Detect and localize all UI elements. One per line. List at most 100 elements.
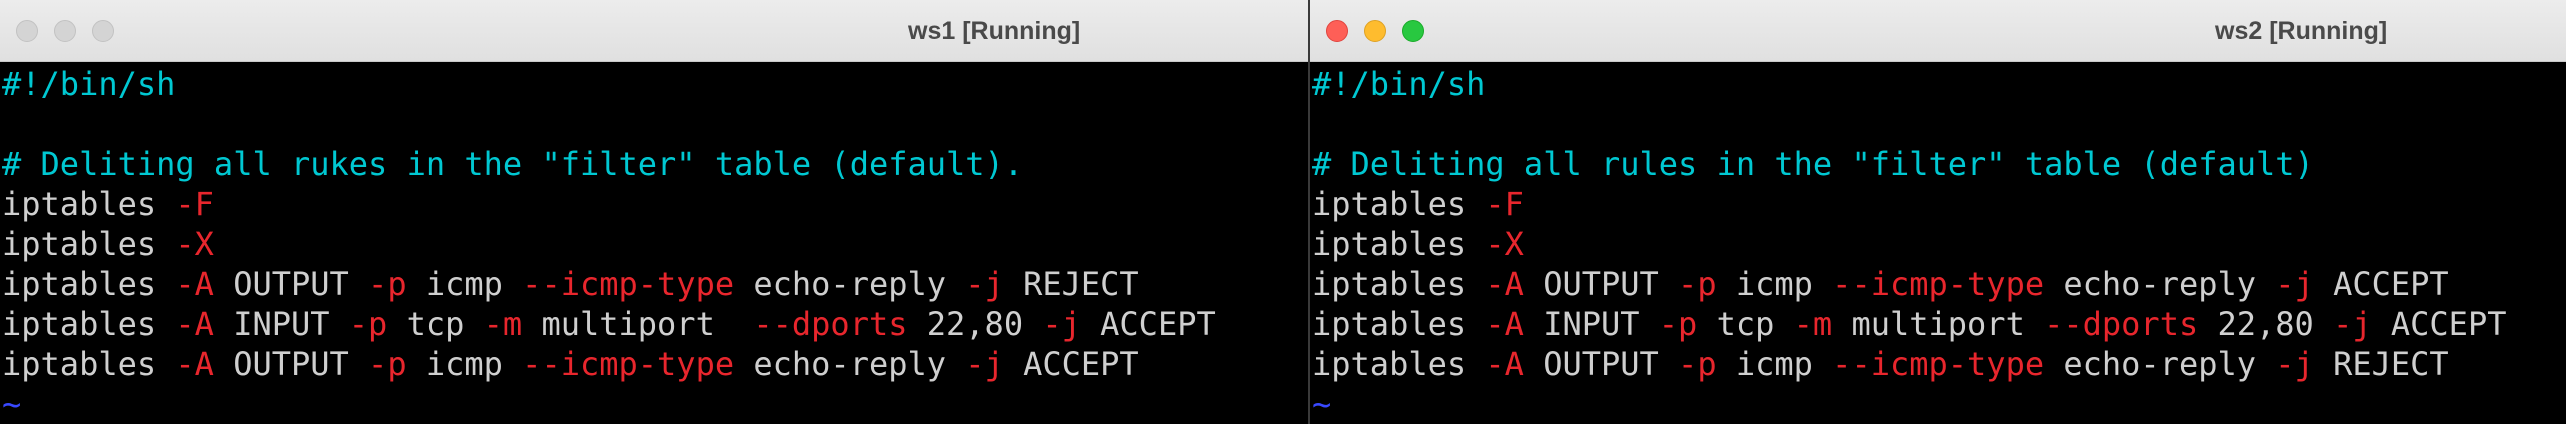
code-token-flag: -A bbox=[175, 265, 214, 303]
code-token-default: echo-reply bbox=[734, 265, 966, 303]
code-token-default: ACCEPT bbox=[2313, 265, 2449, 303]
code-token-default: multiport bbox=[1832, 305, 2045, 343]
close-button-icon[interactable] bbox=[16, 20, 38, 42]
code-token-flag: -j bbox=[2333, 305, 2372, 343]
code-token-flag: -A bbox=[175, 345, 214, 383]
code-token-flag: -j bbox=[965, 345, 1004, 383]
code-token-comment: # Deliting all rukes in the "filter" tab… bbox=[2, 145, 1024, 183]
terminal-content[interactable]: #!/bin/sh # Deliting all rukes in the "fi… bbox=[0, 62, 1308, 424]
code-token-default: echo-reply bbox=[734, 345, 966, 383]
code-token-default bbox=[907, 305, 926, 343]
terminal-line: iptables -A OUTPUT -p icmp --icmp-type e… bbox=[1312, 344, 2566, 384]
code-token-default: INPUT bbox=[1523, 305, 1659, 343]
code-token-default: icmp bbox=[1716, 345, 1833, 383]
terminal-line: iptables -F bbox=[2, 184, 1308, 224]
terminal-line: # Deliting all rukes in the "filter" tab… bbox=[2, 144, 1308, 184]
code-token-flag: -F bbox=[175, 185, 214, 223]
code-token-flag: -p bbox=[348, 305, 388, 343]
code-token-default: , bbox=[965, 305, 985, 343]
code-token-default: icmp bbox=[1716, 265, 1833, 303]
terminal-window-ws1[interactable]: ws1 [Running] #!/bin/sh # Deliting all ru… bbox=[0, 0, 1308, 424]
code-token-flag: --icmp-type bbox=[1832, 345, 2045, 383]
code-token-comment: # Deliting all rules in the "filter" tab… bbox=[1312, 145, 2314, 183]
code-token-default bbox=[1023, 305, 1042, 343]
code-token-flag: -F bbox=[1485, 185, 1524, 223]
window-title: ws1 [Running] bbox=[908, 17, 1081, 45]
close-button-icon[interactable] bbox=[1326, 20, 1348, 42]
code-token-flag: -p bbox=[368, 345, 407, 383]
terminal-window-ws2[interactable]: ws2 [Running] #!/bin/sh # Deliting all ru… bbox=[1308, 0, 2566, 424]
code-token-flag: -X bbox=[1485, 225, 1524, 263]
code-token-tilde: ~ bbox=[1312, 385, 1332, 423]
terminal-line: #!/bin/sh bbox=[2, 64, 1308, 104]
code-token-default: ACCEPT bbox=[1080, 305, 1216, 343]
window-title: ws2 [Running] bbox=[2215, 17, 2388, 45]
terminal-line: # Deliting all rules in the "filter" tab… bbox=[1312, 144, 2566, 184]
terminal-line: iptables -A OUTPUT -p icmp --icmp-type e… bbox=[1312, 264, 2566, 304]
code-token-default: icmp bbox=[406, 345, 523, 383]
code-token-default bbox=[2198, 305, 2217, 343]
terminal-content[interactable]: #!/bin/sh # Deliting all rules in the "fi… bbox=[1310, 62, 2566, 424]
code-token-flag: --icmp-type bbox=[1832, 265, 2045, 303]
code-token-default: iptables bbox=[2, 345, 176, 383]
code-token-flag: -p bbox=[1658, 305, 1698, 343]
terminal-line: iptables -X bbox=[1312, 224, 2566, 264]
code-token-default: echo-reply bbox=[2044, 265, 2276, 303]
minimize-button-icon[interactable] bbox=[1364, 20, 1386, 42]
code-token-comment: #!/bin/sh bbox=[2, 65, 176, 103]
code-token-default: iptables bbox=[1312, 185, 1486, 223]
code-token-default: INPUT bbox=[213, 305, 349, 343]
code-token-default: OUTPUT bbox=[213, 265, 369, 303]
code-token-default bbox=[2314, 305, 2333, 343]
code-token-default: OUTPUT bbox=[1523, 345, 1679, 383]
code-token-default: multiport bbox=[522, 305, 754, 343]
zoom-button-icon[interactable] bbox=[1402, 20, 1424, 42]
code-token-flag: -j bbox=[2275, 345, 2314, 383]
code-token-default: echo-reply bbox=[2044, 345, 2276, 383]
code-token-comment: #!/bin/sh bbox=[1312, 65, 1486, 103]
code-token-flag: -m bbox=[483, 305, 523, 343]
code-token-default: iptables bbox=[1312, 265, 1486, 303]
code-token-default: ACCEPT bbox=[1003, 345, 1139, 383]
code-token-flag: --dports bbox=[2044, 305, 2199, 343]
code-token-default: icmp bbox=[406, 265, 523, 303]
code-token-flag: -j bbox=[965, 265, 1004, 303]
code-token-default: OUTPUT bbox=[213, 345, 369, 383]
code-token-number: 80 bbox=[984, 305, 1024, 343]
code-token-default: OUTPUT bbox=[1523, 265, 1679, 303]
minimize-button-icon[interactable] bbox=[54, 20, 76, 42]
terminal-line: #!/bin/sh bbox=[1312, 64, 2566, 104]
code-token-flag: -m bbox=[1793, 305, 1833, 343]
code-token-default: iptables bbox=[2, 305, 176, 343]
code-token-number: 22 bbox=[926, 305, 966, 343]
window-titlebar[interactable]: ws1 [Running] bbox=[0, 0, 1308, 62]
zoom-button-icon[interactable] bbox=[92, 20, 114, 42]
window-controls bbox=[16, 20, 114, 42]
code-token-flag: -p bbox=[368, 265, 407, 303]
code-token-default: REJECT bbox=[2313, 345, 2449, 383]
code-token-tilde: ~ bbox=[2, 385, 22, 423]
code-token-default: REJECT bbox=[1003, 265, 1139, 303]
code-token-number: 22 bbox=[2217, 305, 2257, 343]
code-token-flag: -j bbox=[1042, 305, 1081, 343]
code-token-number: 80 bbox=[2275, 305, 2314, 343]
terminal-line: iptables -A INPUT -p tcp -m multiport --… bbox=[2, 304, 1308, 344]
window-titlebar[interactable]: ws2 [Running] bbox=[1310, 0, 2566, 62]
code-token-flag: -p bbox=[1678, 345, 1717, 383]
terminal-line: iptables -A INPUT -p tcp -m multiport --… bbox=[1312, 304, 2566, 344]
code-token-flag: --icmp-type bbox=[522, 265, 735, 303]
code-token-default: iptables bbox=[1312, 345, 1486, 383]
code-token-flag: -A bbox=[175, 305, 214, 343]
terminal-line: iptables -F bbox=[1312, 184, 2566, 224]
code-token-flag: -j bbox=[2275, 265, 2314, 303]
code-token-flag: --dports bbox=[753, 305, 908, 343]
code-token-flag: -A bbox=[1485, 305, 1524, 343]
code-token-flag: --icmp-type bbox=[522, 345, 735, 383]
code-token-default: iptables bbox=[1312, 305, 1486, 343]
code-token-default: ACCEPT bbox=[2371, 305, 2507, 343]
window-controls bbox=[1326, 20, 1424, 42]
code-token-flag: -A bbox=[1485, 265, 1524, 303]
desktop: ws1 [Running] #!/bin/sh # Deliting all ru… bbox=[0, 0, 2566, 424]
